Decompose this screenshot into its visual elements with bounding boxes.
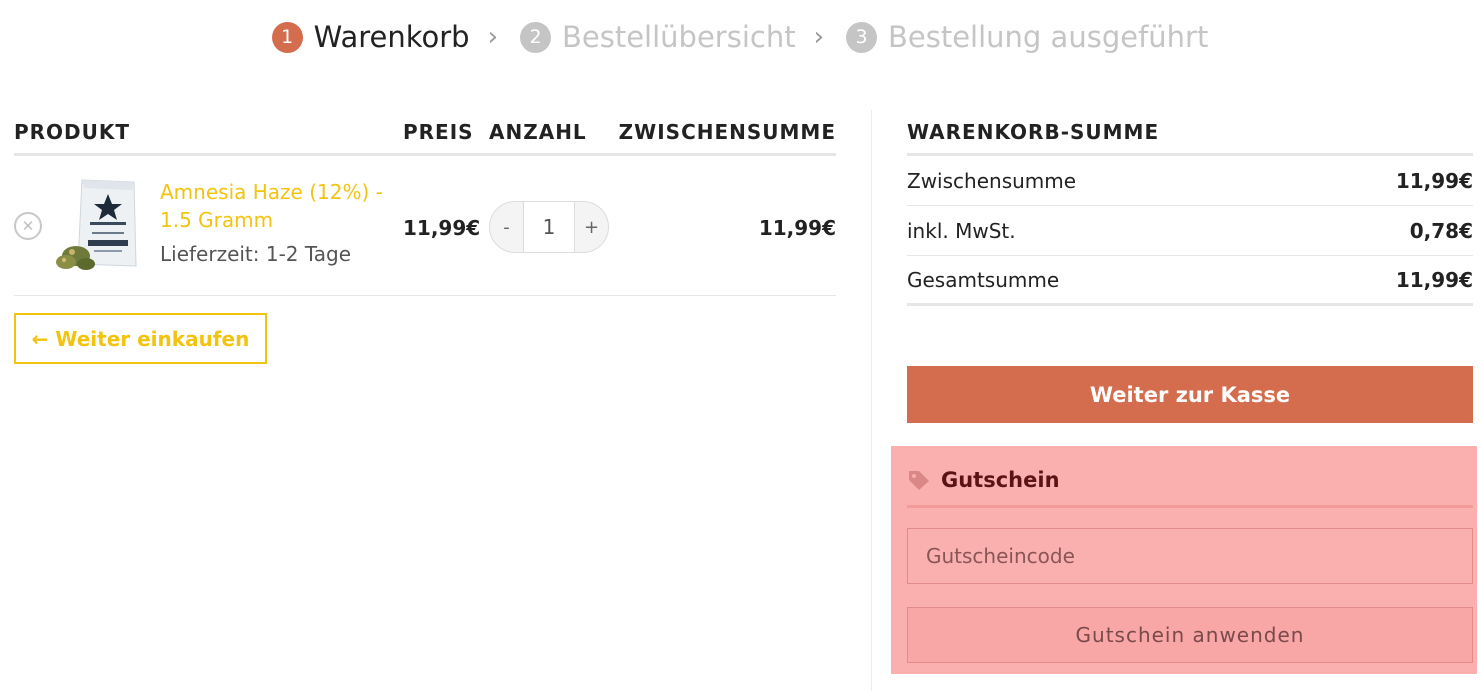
tag-icon — [909, 470, 929, 490]
cart-table-header: PRODUKT PREIS ANZAHL ZWISCHENSUMME — [14, 110, 836, 156]
quantity-input[interactable]: 1 — [523, 202, 575, 252]
step-number: 3 — [846, 21, 877, 53]
coupon-code-input[interactable] — [907, 528, 1473, 584]
chevron-right-icon: › — [487, 22, 498, 52]
remove-item-icon[interactable]: ✕ — [14, 212, 42, 240]
delivery-time: Lieferzeit: 1-2 Tage — [160, 242, 352, 266]
quantity-decrease-button[interactable]: - — [490, 202, 523, 252]
cart-item-row: ✕ Amnesia Haze (12%) - 1.5 Gramm Lieferz… — [14, 156, 836, 296]
totals-label: Gesamtsumme — [907, 267, 1060, 292]
step-cart[interactable]: 1 Warenkorb — [271, 20, 470, 54]
totals-row-subtotal: Zwischensumme 11,99€ — [907, 156, 1473, 206]
coupon-section: Gutschein Gutschein anwenden — [891, 446, 1477, 674]
step-number: 1 — [271, 21, 303, 53]
column-header-quantity: ANZAHL — [489, 120, 587, 144]
totals-row-grand-total: Gesamtsumme 11,99€ — [907, 256, 1473, 306]
column-header-price: PREIS — [403, 120, 474, 144]
step-number: 2 — [520, 21, 551, 53]
column-header-product: PRODUKT — [14, 120, 131, 144]
step-label: Bestellübersicht — [562, 20, 796, 54]
product-name-link[interactable]: Amnesia Haze (12%) - 1.5 Gramm — [160, 178, 390, 234]
totals-value: 11,99€ — [1395, 267, 1473, 292]
product-image[interactable] — [52, 176, 144, 271]
chevron-right-icon: › — [813, 22, 824, 52]
cart-totals-title: WARENKORB-SUMME — [907, 110, 1473, 156]
cart-table: PRODUKT PREIS ANZAHL ZWISCHENSUMME ✕ Amn… — [14, 110, 836, 296]
column-header-subtotal: ZWISCHENSUMME — [618, 120, 836, 144]
totals-value: 11,99€ — [1395, 168, 1473, 193]
totals-label: inkl. MwSt. — [907, 218, 1016, 243]
step-order-overview[interactable]: 2 Bestellübersicht — [520, 20, 796, 54]
totals-row-vat: inkl. MwSt. 0,78€ — [907, 206, 1473, 256]
step-order-complete[interactable]: 3 Bestellung ausgeführt — [846, 20, 1208, 54]
totals-value: 0,78€ — [1409, 218, 1473, 243]
step-label: Warenkorb — [313, 20, 470, 54]
quantity-increase-button[interactable]: + — [575, 202, 608, 252]
cart-totals: WARENKORB-SUMME Zwischensumme 11,99€ ink… — [907, 110, 1473, 306]
column-divider — [871, 110, 872, 691]
apply-coupon-button[interactable]: Gutschein anwenden — [907, 607, 1473, 663]
totals-label: Zwischensumme — [907, 168, 1077, 193]
proceed-to-checkout-button[interactable]: Weiter zur Kasse — [907, 366, 1473, 423]
step-label: Bestellung ausgeführt — [888, 20, 1209, 54]
item-subtotal: 11,99€ — [758, 216, 836, 240]
coupon-title: Gutschein — [941, 467, 1060, 492]
quantity-stepper: - 1 + — [489, 201, 609, 253]
continue-shopping-button[interactable]: ← Weiter einkaufen — [14, 313, 267, 364]
checkout-steps: 1 Warenkorb › 2 Bestellübersicht › 3 Bes… — [0, 20, 1480, 54]
item-price: 11,99€ — [403, 216, 481, 240]
coupon-header: Gutschein — [907, 460, 1473, 508]
